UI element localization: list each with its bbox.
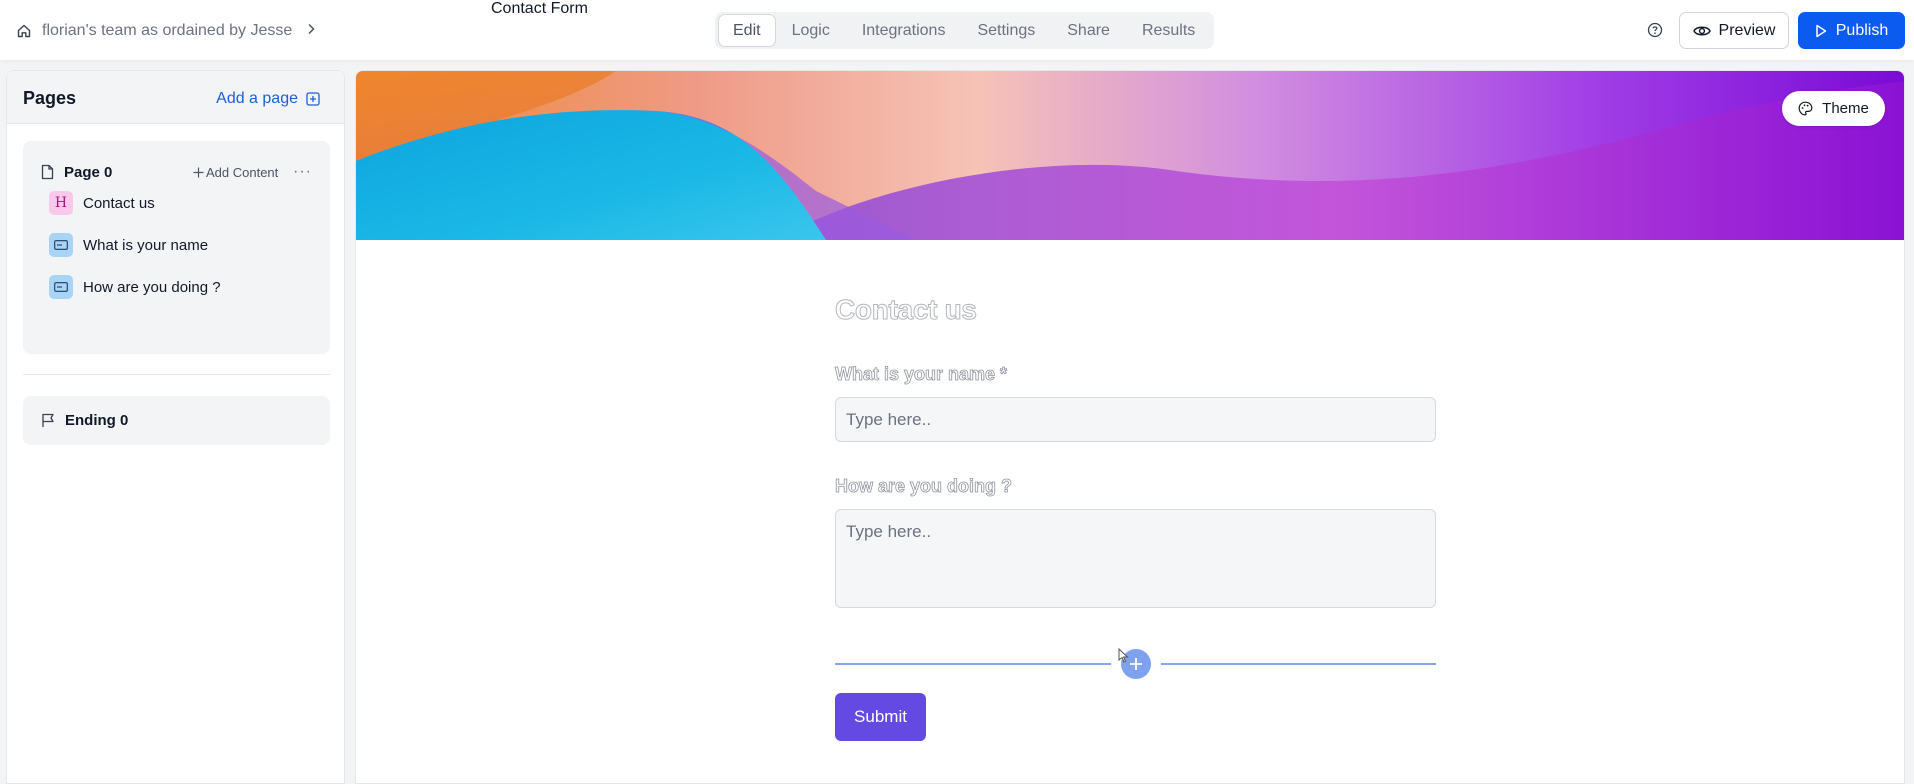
text-input-icon [49,275,73,299]
home-icon[interactable] [16,23,32,39]
page-label: Page 0 [64,163,113,181]
tab-results[interactable]: Results [1126,14,1211,47]
sidebar-item-how-doing[interactable]: How are you doing ? [49,275,221,299]
divider-line-left [835,663,1111,665]
tab-share[interactable]: Share [1051,14,1126,47]
sidebar-item-label: What is your name [83,236,209,254]
eye-icon [1692,26,1711,35]
add-content-label: Add Content [206,164,279,180]
preview-label: Preview [1718,21,1776,39]
pages-sidebar: Pages Add a page Page 0 Add Content ··· [6,70,345,784]
sidebar-item-label: Contact us [83,194,155,212]
page-card[interactable]: Page 0 Add Content ··· H Contact us What… [23,141,330,354]
plus-square-icon [306,92,320,106]
form-canvas: Theme Contact us What is your name * Typ… [355,70,1905,784]
publish-button[interactable]: Publish [1798,12,1905,49]
breadcrumb-team[interactable]: florian's team as ordained by Jesse [42,22,292,40]
add-block-divider [835,649,1436,679]
breadcrumb: florian's team as ordained by Jesse Cont… [16,0,588,61]
tab-edit[interactable]: Edit [718,14,776,47]
sidebar-title: Pages [23,88,77,108]
add-page-button[interactable]: Add a page [216,90,320,108]
sidebar-divider [23,374,330,375]
banner-image [356,71,1904,240]
flag-icon [42,413,54,427]
submit-button[interactable]: Submit [835,693,926,741]
theme-button[interactable]: Theme [1782,91,1885,126]
how-input[interactable]: Type here.. [835,509,1436,608]
divider-line-right [1161,663,1436,665]
more-options-icon[interactable]: ··· [293,163,312,181]
plus-icon [1130,658,1142,670]
question-label-name[interactable]: What is your name * [835,364,1008,385]
tab-logic[interactable]: Logic [776,14,846,47]
mouse-cursor-icon [1118,648,1129,663]
sidebar-item-label: How are you doing ? [83,278,221,296]
theme-label: Theme [1822,100,1869,117]
page-header: Page 0 Add Content ··· [41,161,316,183]
name-input[interactable]: Type here.. [835,397,1436,442]
text-input-icon [49,233,73,257]
ending-card[interactable]: Ending 0 [23,396,330,445]
form-title[interactable]: Contact us [835,294,978,326]
file-icon [41,164,54,180]
question-label-how[interactable]: How are you doing ? [835,476,1013,497]
editor-tabs: Edit Logic Integrations Settings Share R… [715,12,1215,49]
heading-icon: H [49,191,73,215]
sidebar-header: Pages Add a page [7,71,344,124]
help-circle-icon[interactable] [1647,22,1663,38]
preview-button[interactable]: Preview [1679,12,1789,49]
add-page-label: Add a page [216,90,298,107]
tab-settings[interactable]: Settings [961,14,1051,47]
publish-label: Publish [1835,21,1889,39]
tab-integrations[interactable]: Integrations [846,14,962,47]
sidebar-item-name[interactable]: What is your name [49,233,208,257]
chevron-right-icon [306,22,316,40]
ending-label: Ending 0 [65,412,129,429]
sidebar-item-contact-us[interactable]: H Contact us [49,191,155,215]
top-bar: florian's team as ordained by Jesse Cont… [0,0,1914,61]
palette-icon [1798,101,1813,116]
play-icon [1816,24,1826,37]
add-content-button[interactable]: Add Content [193,165,278,180]
plus-icon [193,167,204,177]
